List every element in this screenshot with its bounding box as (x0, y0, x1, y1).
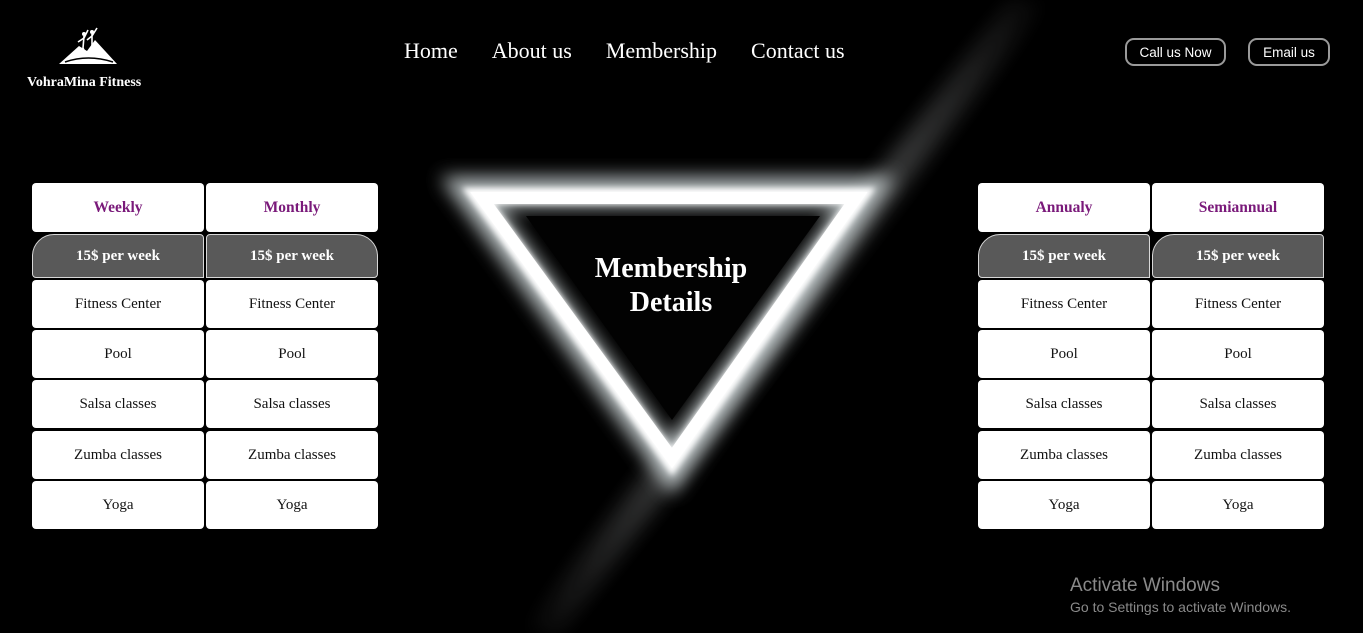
plan-feature: Zumba classes (978, 431, 1150, 479)
plan-title[interactable]: Monthly (206, 183, 378, 232)
plan-feature: Pool (32, 330, 204, 378)
watermark-title: Activate Windows (1070, 575, 1220, 596)
plan-price: 15$ per week (32, 234, 204, 278)
plan-feature: Salsa classes (1152, 380, 1324, 428)
page-title-line2: Details (629, 287, 713, 318)
plan-title[interactable]: Weekly (32, 183, 204, 232)
plan-feature: Pool (206, 330, 378, 378)
plan-feature: Pool (1152, 330, 1324, 378)
plan-feature: Salsa classes (206, 380, 378, 428)
plan-feature: Fitness Center (978, 280, 1150, 328)
call-us-button[interactable]: Call us Now (1125, 38, 1226, 66)
plan-feature: Yoga (206, 481, 378, 529)
email-us-button[interactable]: Email us (1248, 38, 1330, 66)
plan-feature: Salsa classes (32, 380, 204, 428)
nav-membership[interactable]: Membership (606, 38, 717, 64)
nav-contact-us[interactable]: Contact us (751, 38, 845, 64)
nav-home[interactable]: Home (404, 38, 458, 64)
brand-logo[interactable]: VohraMina Fitness (27, 24, 152, 94)
plan-feature: Pool (978, 330, 1150, 378)
page-title: Membership Details (561, 252, 781, 320)
brand-name: VohraMina Fitness (27, 75, 142, 90)
page-title-line1: Membership (594, 253, 748, 284)
nav-about-us[interactable]: About us (492, 38, 572, 64)
mountain-climbers-icon (59, 27, 117, 64)
plan-feature: Zumba classes (32, 431, 204, 479)
plan-title[interactable]: Annualy (978, 183, 1150, 232)
plan-feature: Yoga (32, 481, 204, 529)
plan-feature: Salsa classes (978, 380, 1150, 428)
plan-price: 15$ per week (1152, 234, 1324, 278)
main-nav: Home About us Membership Contact us (404, 38, 879, 64)
plan-feature: Fitness Center (32, 280, 204, 328)
plan-feature: Zumba classes (1152, 431, 1324, 479)
plan-price: 15$ per week (978, 234, 1150, 278)
plan-feature: Fitness Center (1152, 280, 1324, 328)
plan-price: 15$ per week (206, 234, 378, 278)
plan-feature: Fitness Center (206, 280, 378, 328)
plan-feature: Yoga (978, 481, 1150, 529)
plan-title[interactable]: Semiannual (1152, 183, 1324, 232)
watermark-subtitle: Go to Settings to activate Windows. (1070, 599, 1291, 615)
activate-windows-watermark: Activate Windows Go to Settings to activ… (1070, 575, 1291, 615)
plan-feature: Yoga (1152, 481, 1324, 529)
plan-feature: Zumba classes (206, 431, 378, 479)
